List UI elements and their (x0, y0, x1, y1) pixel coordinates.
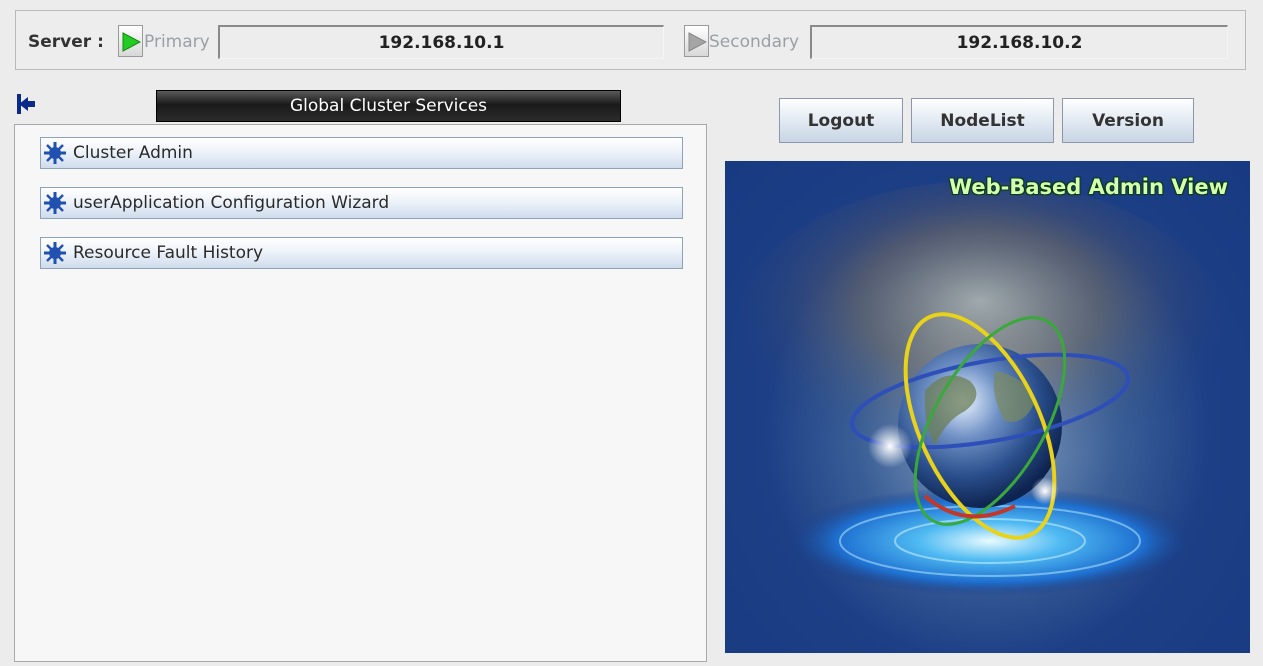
back-arrow-icon (17, 94, 35, 114)
fault-history-button[interactable]: Resource Fault History (40, 237, 683, 269)
cluster-admin-icon (44, 142, 66, 164)
web-based-admin-view-logo: Web-Based Admin View (725, 161, 1250, 653)
cluster-admin-label: Cluster Admin (73, 143, 193, 163)
userapp-wizard-label: userApplication Configuration Wizard (73, 193, 390, 213)
fault-history-label: Resource Fault History (73, 243, 264, 263)
cluster-admin-button[interactable]: Cluster Admin (40, 137, 683, 169)
play-icon (688, 32, 707, 52)
primary-ip-field[interactable]: 192.168.10.1 (218, 25, 664, 59)
logo-title: Web-Based Admin View (948, 175, 1228, 199)
fault-history-icon (44, 242, 66, 264)
primary-server-name: Primary (144, 32, 210, 52)
nodelist-button[interactable]: NodeList (911, 98, 1054, 143)
version-button[interactable]: Version (1062, 98, 1194, 143)
secondary-ip-field[interactable]: 192.168.10.2 (810, 25, 1228, 59)
server-bar: Server : Primary 192.168.10.1 Secondary … (15, 10, 1246, 70)
globe-illustration-icon (735, 181, 1225, 596)
logout-button[interactable]: Logout (779, 98, 903, 143)
secondary-server-name: Secondary (709, 32, 800, 52)
userapp-wizard-icon (44, 192, 66, 214)
server-label: Server : (28, 32, 104, 52)
secondary-server-button[interactable] (684, 25, 709, 57)
play-icon (122, 32, 141, 52)
global-cluster-services-tab[interactable]: Global Cluster Services (156, 90, 621, 122)
services-panel: Cluster Admin userApplication Configurat… (14, 124, 707, 662)
back-button[interactable] (14, 92, 38, 116)
primary-server-button[interactable] (118, 25, 143, 57)
userapp-wizard-button[interactable]: userApplication Configuration Wizard (40, 187, 683, 219)
